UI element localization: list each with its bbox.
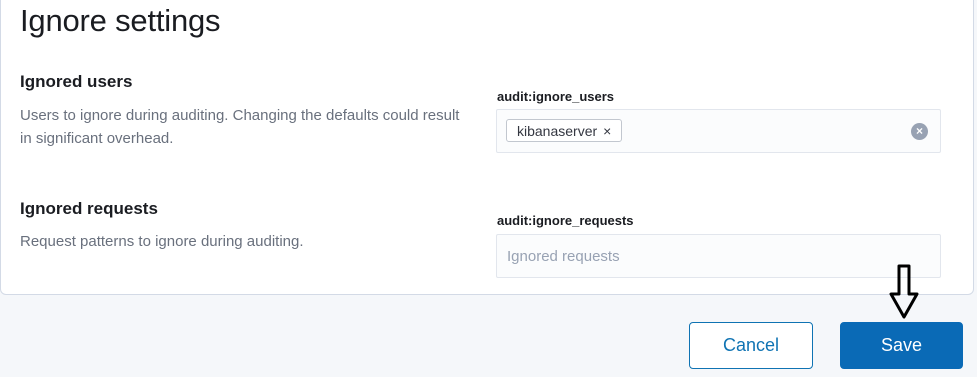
ignored-requests-title: Ignored requests [20,199,158,218]
ignored-users-description: Users to ignore during auditing. Changin… [20,107,460,147]
cross-icon[interactable]: × [603,123,611,139]
ignored-requests-description: Request patterns to ignore during auditi… [20,233,304,250]
down-arrow-icon [889,264,919,319]
user-chip: kibanaserver × [506,119,623,142]
cancel-button[interactable]: Cancel [689,322,813,369]
clear-circle-icon[interactable]: × [911,123,928,140]
ignore-requests-input[interactable] [497,235,940,277]
panel-title: Ignore settings [20,3,221,38]
save-button[interactable]: Save [840,322,963,369]
ignore-users-combobox[interactable]: kibanaserver × × [496,109,941,153]
ignore-users-field-label: audit:ignore_users [497,89,615,104]
ignored-users-title: Ignored users [20,72,133,91]
user-chip-label: kibanaserver [517,122,598,139]
ignore-requests-field [496,234,941,278]
ignore-settings-panel: Ignore settings Ignored users Users to i… [0,0,974,295]
ignore-requests-field-label: audit:ignore_requests [497,213,634,228]
